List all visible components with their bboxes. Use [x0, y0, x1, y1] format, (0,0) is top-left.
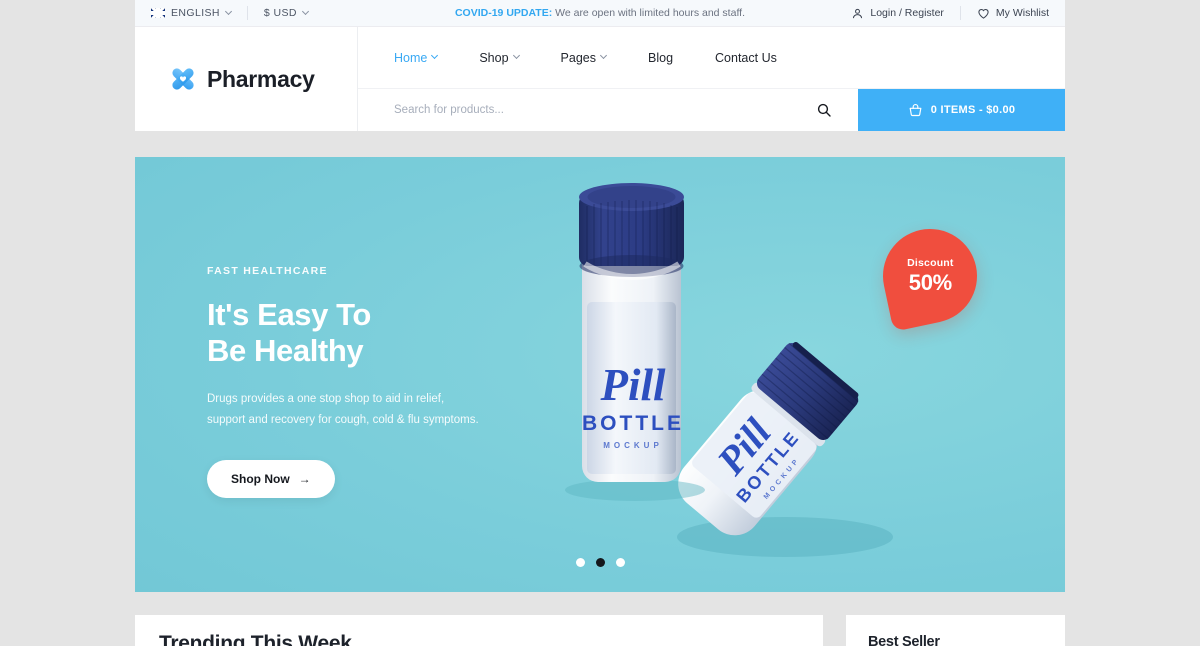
bottle-main-text: BOTTLE	[582, 412, 684, 435]
hero-eyebrow: FAST HEALTHCARE	[207, 265, 328, 277]
cart-label: 0 ITEMS - $0.00	[930, 104, 1016, 116]
covid-notice-text: We are open with limited hours and staff…	[552, 7, 746, 19]
nav-label: Home	[394, 50, 428, 65]
discount-badge: Discount 50%	[874, 220, 986, 332]
language-label: ENGLISH	[171, 7, 220, 19]
covid-notice-prefix: COVID-19 UPDATE:	[454, 7, 553, 19]
nav-item-pages[interactable]: Pages	[560, 50, 608, 65]
bestseller-section: Best Seller	[846, 615, 1065, 646]
search-icon	[817, 103, 831, 117]
basket-icon	[909, 103, 922, 116]
login-register-label: Login / Register	[870, 7, 944, 19]
bestseller-title: Best Seller	[868, 634, 940, 646]
chevron-down-icon	[512, 51, 520, 60]
hero-copy: FAST HEALTHCARE It's Easy To Be Healthy …	[207, 265, 537, 499]
nav-item-contact-us[interactable]: Contact Us	[715, 51, 777, 65]
carousel-dot-1[interactable]	[575, 558, 585, 567]
bottle-script-text: Pill	[600, 360, 666, 410]
shop-now-button[interactable]: Shop Now →	[207, 460, 335, 499]
chevron-down-icon	[431, 51, 439, 60]
page-root: ENGLISH $ USD COVID-19 UPDATE: We are op…	[0, 0, 1200, 646]
nav-label: Blog	[648, 50, 674, 65]
login-register-link[interactable]: Login / Register	[835, 0, 960, 26]
hero-subtitle: Drugs provides a one stop shop to aid in…	[207, 389, 537, 432]
language-selector[interactable]: ENGLISH	[135, 0, 247, 26]
hero-slider: FAST HEALTHCARE It's Easy To Be Healthy …	[135, 157, 1065, 592]
hero-title-line1: It's Easy To	[207, 297, 371, 332]
discount-badge-value: 50%	[908, 269, 952, 295]
carousel-dots	[135, 558, 1065, 567]
wishlist-label: My Wishlist	[995, 7, 1049, 19]
chevron-down-icon	[301, 7, 309, 15]
search-button[interactable]	[812, 102, 836, 118]
hero-subtitle-line1: Drugs provides a one stop shop to aid in…	[207, 392, 445, 405]
pharmacy-cross-logo-icon	[172, 68, 194, 90]
search-input[interactable]	[394, 104, 812, 116]
search-row: 0 ITEMS - $0.00	[358, 89, 1065, 131]
chevron-down-icon	[224, 7, 232, 15]
top-bar-right: Login / Register My Wishlist	[835, 0, 1065, 26]
top-bar: ENGLISH $ USD COVID-19 UPDATE: We are op…	[135, 0, 1065, 27]
hero-title: It's Easy To Be Healthy	[207, 297, 537, 369]
pill-bottle-upright-image: Pill BOTTLE MOCKUP	[565, 183, 705, 501]
site-header: Pharmacy Home Shop Pages Blog Contact Us…	[135, 27, 1065, 131]
hero-subtitle-line2: support and recovery for cough, cold & f…	[207, 414, 479, 427]
wishlist-link[interactable]: My Wishlist	[961, 0, 1065, 26]
currency-label: $ USD	[263, 7, 297, 19]
nav-label: Pages	[560, 50, 596, 65]
carousel-dot-2[interactable]	[595, 558, 605, 567]
trending-title: Trending This Week	[159, 632, 352, 646]
nav-item-shop[interactable]: Shop	[479, 50, 520, 65]
logo[interactable]: Pharmacy	[135, 27, 358, 131]
main-navigation: Home Shop Pages Blog Contact Us	[358, 27, 1065, 89]
logo-text: Pharmacy	[207, 65, 315, 92]
shop-now-label: Shop Now	[231, 472, 290, 487]
carousel-dot-3[interactable]	[615, 558, 625, 567]
currency-selector[interactable]: $ USD	[248, 0, 324, 26]
nav-label: Contact Us	[715, 50, 777, 65]
bottom-sections: Trending This Week Best Seller	[135, 615, 1065, 646]
bottle-sub-text: MOCKUP	[603, 441, 663, 450]
nav-label: Shop	[479, 50, 509, 65]
chevron-down-icon	[599, 51, 608, 60]
arrow-right-icon: →	[298, 472, 311, 487]
hero-title-line2: Be Healthy	[207, 332, 364, 368]
uk-flag-icon	[151, 8, 165, 18]
discount-badge-label: Discount	[906, 256, 954, 269]
heart-icon	[978, 8, 989, 19]
nav-item-home[interactable]: Home	[394, 50, 439, 65]
trending-section: Trending This Week	[135, 615, 823, 646]
search-bar	[358, 89, 858, 131]
header-right: Home Shop Pages Blog Contact Us Search f…	[358, 27, 1065, 131]
user-icon	[853, 8, 863, 18]
nav-item-blog[interactable]: Blog	[648, 51, 673, 65]
cart-button[interactable]: 0 ITEMS - $0.00	[858, 89, 1065, 131]
